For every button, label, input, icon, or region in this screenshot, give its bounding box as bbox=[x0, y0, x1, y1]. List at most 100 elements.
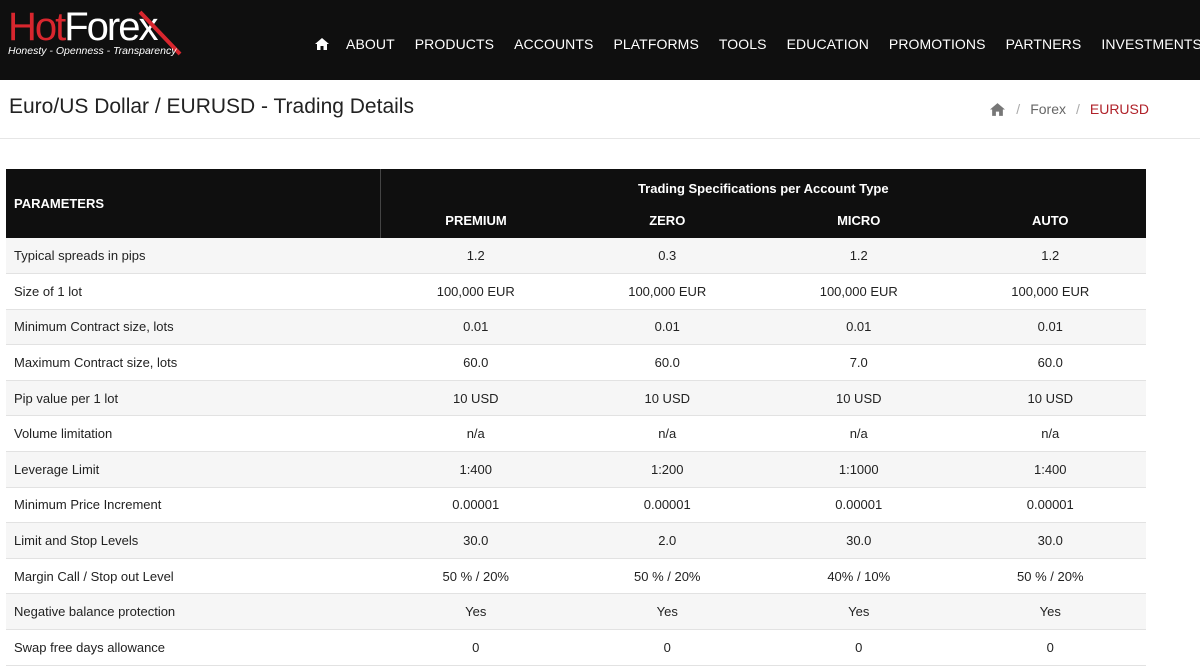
parameters-header: PARAMETERS bbox=[6, 169, 381, 238]
table-row: Size of 1 lot 100,000 EUR 100,000 EUR 10… bbox=[6, 273, 1147, 310]
value-cell: 0.01 bbox=[954, 309, 1147, 346]
page-title: Euro/US Dollar / EURUSD - Trading Detail… bbox=[9, 95, 414, 118]
nav-item-products[interactable]: PRODUCTS bbox=[415, 36, 494, 52]
nav-item-about[interactable]: ABOUT bbox=[346, 36, 395, 52]
value-cell: 1.2 bbox=[763, 238, 955, 275]
page-header: Euro/US Dollar / EURUSD - Trading Detail… bbox=[0, 80, 1200, 139]
value-cell: Yes bbox=[954, 593, 1147, 631]
value-cell: 0 bbox=[380, 629, 572, 666]
value-cell: 1:400 bbox=[380, 451, 572, 488]
table-row: Margin Call / Stop out Level 50 % / 20% … bbox=[6, 558, 1147, 595]
table-row: Negative balance protection Yes Yes Yes … bbox=[6, 593, 1147, 631]
nav-item-investments[interactable]: INVESTMENTS bbox=[1101, 36, 1200, 52]
value-cell: 0.01 bbox=[571, 309, 763, 346]
nav-item-education[interactable]: EDUCATION bbox=[787, 36, 869, 52]
group-header: Trading Specifications per Account Type bbox=[380, 169, 1147, 203]
value-cell: 0.01 bbox=[380, 309, 572, 346]
breadcrumb-forex[interactable]: Forex bbox=[1030, 101, 1066, 117]
value-cell: 60.0 bbox=[571, 344, 763, 381]
table-row: Limit and Stop Levels 30.0 2.0 30.0 30.0 bbox=[6, 522, 1147, 559]
param-cell: Minimum Price Increment bbox=[6, 487, 380, 524]
value-cell: 1.2 bbox=[380, 238, 572, 275]
value-cell: 50 % / 20% bbox=[954, 558, 1147, 595]
value-cell: Yes bbox=[380, 593, 572, 631]
param-cell: Margin Call / Stop out Level bbox=[6, 558, 380, 595]
value-cell: 100,000 EUR bbox=[571, 273, 763, 310]
value-cell: 50 % / 20% bbox=[380, 558, 572, 595]
value-cell: 10 USD bbox=[380, 380, 572, 417]
value-cell: n/a bbox=[380, 415, 572, 453]
value-cell: 0.00001 bbox=[763, 487, 955, 524]
breadcrumb: / Forex / EURUSD bbox=[990, 101, 1149, 117]
nav-item-tools[interactable]: TOOLS bbox=[719, 36, 767, 52]
value-cell: 0 bbox=[571, 629, 763, 666]
param-cell: Negative balance protection bbox=[6, 593, 380, 631]
value-cell: 30.0 bbox=[954, 522, 1147, 559]
home-icon[interactable] bbox=[312, 34, 332, 54]
table-row: Typical spreads in pips 1.2 0.3 1.2 1.2 bbox=[6, 238, 1147, 275]
value-cell: n/a bbox=[763, 415, 955, 453]
nav-item-partners[interactable]: PARTNERS bbox=[1006, 36, 1082, 52]
param-cell: Minimum Contract size, lots bbox=[6, 309, 380, 346]
breadcrumb-current: EURUSD bbox=[1089, 101, 1149, 117]
top-navigation-bar: HotForex Honesty - Openness - Transparen… bbox=[0, 0, 1200, 80]
trading-specs-table: PARAMETERS Trading Specifications per Ac… bbox=[6, 169, 1147, 666]
value-cell: 1:1000 bbox=[763, 451, 955, 488]
value-cell: 7.0 bbox=[763, 344, 955, 381]
value-cell: 0.3 bbox=[571, 238, 763, 275]
value-cell: 2.0 bbox=[571, 522, 763, 559]
table-row: Volume limitation n/a n/a n/a n/a bbox=[6, 415, 1147, 453]
param-cell: Size of 1 lot bbox=[6, 273, 380, 310]
param-cell: Limit and Stop Levels bbox=[6, 522, 380, 559]
logo-wordmark: HotForex bbox=[8, 4, 159, 50]
table-row: Minimum Price Increment 0.00001 0.00001 … bbox=[6, 487, 1147, 524]
param-cell: Volume limitation bbox=[6, 415, 380, 453]
nav-item-promotions[interactable]: PROMOTIONS bbox=[889, 36, 986, 52]
table-row: Pip value per 1 lot 10 USD 10 USD 10 USD… bbox=[6, 380, 1147, 417]
table-row: Minimum Contract size, lots 0.01 0.01 0.… bbox=[6, 309, 1147, 346]
logo-tagline: Honesty - Openness - Transparency bbox=[8, 45, 177, 57]
param-cell: Typical spreads in pips bbox=[6, 238, 380, 275]
nav-item-accounts[interactable]: ACCOUNTS bbox=[514, 36, 593, 52]
value-cell: Yes bbox=[571, 593, 763, 631]
account-header-micro: MICRO bbox=[763, 203, 955, 238]
table-row: Leverage Limit 1:400 1:200 1:1000 1:400 bbox=[6, 451, 1147, 488]
account-header-auto: AUTO bbox=[954, 203, 1147, 238]
value-cell: Yes bbox=[763, 593, 955, 631]
breadcrumb-separator: / bbox=[1016, 101, 1021, 117]
value-cell: 0.00001 bbox=[380, 487, 572, 524]
value-cell: 0.00001 bbox=[954, 487, 1147, 524]
hotforex-logo[interactable]: HotForex Honesty - Openness - Transparen… bbox=[8, 4, 183, 60]
param-cell: Leverage Limit bbox=[6, 451, 380, 488]
value-cell: 1:200 bbox=[571, 451, 763, 488]
nav-item-platforms[interactable]: PLATFORMS bbox=[613, 36, 698, 52]
value-cell: 30.0 bbox=[763, 522, 955, 559]
value-cell: 40% / 10% bbox=[763, 558, 955, 595]
breadcrumb-home-icon[interactable] bbox=[990, 102, 1006, 116]
value-cell: 50 % / 20% bbox=[571, 558, 763, 595]
value-cell: 1:400 bbox=[954, 451, 1147, 488]
value-cell: 1.2 bbox=[954, 238, 1147, 275]
value-cell: 100,000 EUR bbox=[380, 273, 572, 310]
value-cell: 60.0 bbox=[380, 344, 572, 381]
trading-specs-table-container: PARAMETERS Trading Specifications per Ac… bbox=[6, 169, 1147, 666]
account-header-premium: PREMIUM bbox=[380, 203, 572, 238]
account-header-zero: ZERO bbox=[571, 203, 763, 238]
table-row: Swap free days allowance 0 0 0 0 bbox=[6, 629, 1147, 666]
value-cell: 60.0 bbox=[954, 344, 1147, 381]
value-cell: 100,000 EUR bbox=[954, 273, 1147, 310]
main-nav: ABOUT PRODUCTS ACCOUNTS PLATFORMS TOOLS … bbox=[312, 34, 1200, 54]
value-cell: 0.01 bbox=[763, 309, 955, 346]
table-row: Maximum Contract size, lots 60.0 60.0 7.… bbox=[6, 344, 1147, 381]
value-cell: n/a bbox=[571, 415, 763, 453]
value-cell: 100,000 EUR bbox=[763, 273, 955, 310]
value-cell: n/a bbox=[954, 415, 1147, 453]
param-cell: Swap free days allowance bbox=[6, 629, 380, 666]
param-cell: Maximum Contract size, lots bbox=[6, 344, 380, 381]
param-cell: Pip value per 1 lot bbox=[6, 380, 380, 417]
value-cell: 0.00001 bbox=[571, 487, 763, 524]
logo-hot: Hot bbox=[8, 5, 66, 49]
value-cell: 10 USD bbox=[954, 380, 1147, 417]
value-cell: 0 bbox=[763, 629, 955, 666]
value-cell: 30.0 bbox=[380, 522, 572, 559]
